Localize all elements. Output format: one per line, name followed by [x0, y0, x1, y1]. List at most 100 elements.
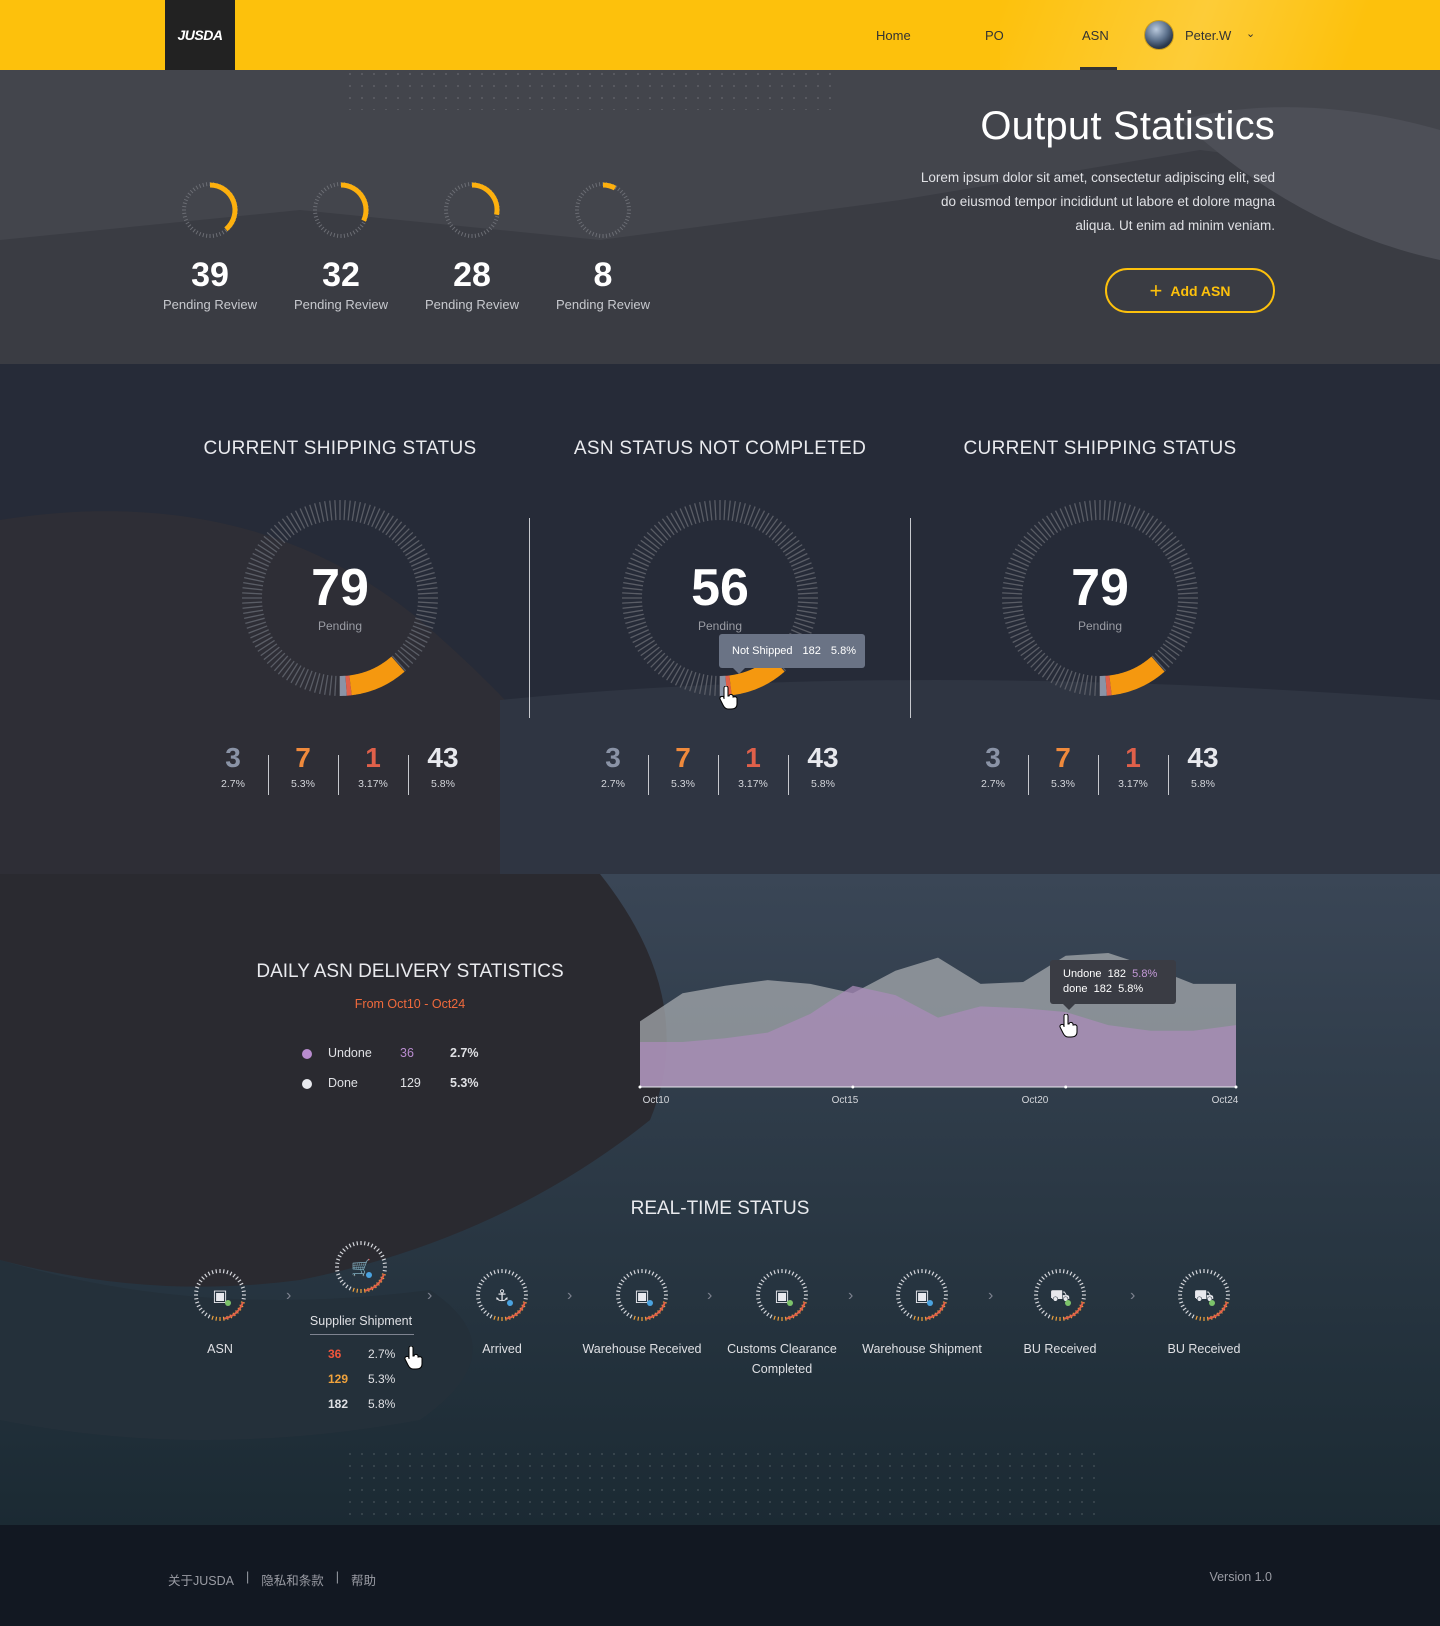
- tooltip-value: 182: [1107, 968, 1127, 980]
- panel-title-3: CURRENT SHIPPING STATUS: [963, 438, 1237, 459]
- user-name[interactable]: Peter.W: [1185, 28, 1231, 43]
- footer-link-privacy[interactable]: 隐私和条款: [261, 1570, 324, 1589]
- background-landscape: [0, 70, 1440, 1525]
- detail-value: 36: [328, 1347, 342, 1361]
- chevron-right-icon: ›: [988, 1287, 994, 1304]
- ring-ticks: [182, 182, 238, 238]
- legend-count: 129: [400, 1076, 421, 1090]
- status-dot: [366, 1272, 372, 1278]
- breakdown-item: 43 5.8%: [1168, 742, 1238, 790]
- breakdown-pct: 5.8%: [1191, 778, 1215, 790]
- step-bu-received[interactable]: ⛟ BU Received: [990, 1267, 1130, 1359]
- detail-row: 182 5.8%: [328, 1397, 395, 1411]
- tooltip-value: 182: [802, 645, 821, 657]
- step-label: BU Received: [1023, 1342, 1097, 1356]
- footer-link-about[interactable]: 关于JUSDA: [168, 1570, 234, 1589]
- add-asn-button[interactable]: + Add ASN: [1105, 268, 1275, 313]
- breakdown-value: 1: [365, 742, 381, 773]
- user-avatar[interactable]: [1144, 20, 1174, 50]
- ring-progress-arc: [209, 182, 238, 232]
- step-asn[interactable]: ▣ ASN: [150, 1267, 290, 1359]
- nav-home[interactable]: Home: [876, 0, 911, 70]
- step-label: Warehouse Shipment: [862, 1342, 982, 1356]
- breakdown-pct: 5.3%: [291, 778, 315, 790]
- legend-dot: [302, 1049, 312, 1059]
- breakdown-item: 1 3.17%: [338, 742, 408, 790]
- footer-separator: |: [335, 1570, 339, 1584]
- footer-link-help[interactable]: 帮助: [351, 1570, 376, 1589]
- status-dot: [225, 1300, 231, 1306]
- status-dot: [1209, 1300, 1215, 1306]
- breakdown-item: 7 5.3%: [1028, 742, 1098, 790]
- step-warehouse-received[interactable]: ▣ Warehouse Received: [572, 1267, 712, 1359]
- breakdown-pct: 3.17%: [738, 778, 768, 790]
- progress-ring-3: [444, 182, 500, 238]
- breakdown-pct: 5.8%: [431, 778, 455, 790]
- x-tick-label: Oct10: [642, 1095, 670, 1106]
- step-label: Warehouse Received: [582, 1342, 702, 1356]
- step-bu-received-2[interactable]: ⛟ BU Received: [1134, 1267, 1274, 1359]
- breakdown-value: 3: [985, 742, 1001, 773]
- hand-cursor-icon: [1059, 1014, 1078, 1038]
- daily-title: DAILY ASN DELIVERY STATISTICS: [256, 961, 564, 982]
- legend-dot: [302, 1079, 312, 1089]
- tooltip-pct: 5.8%: [830, 645, 856, 657]
- ring-ticks: [444, 182, 500, 238]
- stat-label-1: Pending Review: [163, 297, 257, 312]
- step-customs-clearance[interactable]: ▣ Customs Clearance Completed: [712, 1267, 852, 1379]
- legend-pct: 5.3%: [450, 1076, 479, 1090]
- x-tick-label: Oct15: [831, 1095, 859, 1106]
- breakdown-item: 3 2.7%: [198, 742, 268, 790]
- stat-label-3: Pending Review: [425, 297, 519, 312]
- legend-undone[interactable]: Undone 36 2.7%: [302, 1046, 502, 1062]
- detail-value: 182: [328, 1397, 349, 1411]
- ring-ticks: [575, 182, 631, 238]
- breakdown-value: 7: [675, 742, 691, 773]
- ring-progress-arc: [340, 182, 369, 222]
- warehouse-icon: ▣: [616, 1269, 668, 1321]
- customs-icon: ▣: [756, 1269, 808, 1321]
- chevron-down-icon[interactable]: ⌄: [1246, 27, 1255, 40]
- status-dot: [507, 1300, 513, 1306]
- breakdown-pct: 2.7%: [981, 778, 1005, 790]
- plus-icon: +: [1149, 277, 1163, 303]
- chart-tooltip: Undone 182 5.8% done 182 5.8%: [1050, 960, 1176, 1010]
- chevron-right-icon: ›: [286, 1287, 292, 1304]
- daily-date-range[interactable]: From Oct10 - Oct24: [245, 997, 575, 1011]
- truck-icon: ⛟: [1034, 1269, 1086, 1321]
- tooltip-label: Undone: [1063, 968, 1102, 980]
- anchor-icon: ⚓: [476, 1269, 528, 1321]
- breakdown-pct: 3.17%: [1118, 778, 1148, 790]
- tooltip-done-row: done 182 5.8%: [1063, 982, 1176, 997]
- not-shipped-tooltip: Not Shipped 182 5.8%: [719, 634, 865, 674]
- breakdown-value: 3: [605, 742, 621, 773]
- realtime-title: REAL-TIME STATUS: [630, 1198, 810, 1219]
- detail-pct: 5.8%: [368, 1397, 396, 1411]
- step-warehouse-shipment[interactable]: ▣ Warehouse Shipment: [852, 1267, 992, 1359]
- breakdown-value: 1: [745, 742, 761, 773]
- x-tick-label: Oct20: [1021, 1095, 1049, 1106]
- breakdown-value: 3: [225, 742, 241, 773]
- detail-row: 36 2.7%: [328, 1347, 395, 1361]
- step-supplier-shipment[interactable]: 🛒 Supplier Shipment: [291, 1239, 431, 1331]
- breakdown-item: 3 2.7%: [958, 742, 1028, 790]
- breakdown-item: 3 2.7%: [578, 742, 648, 790]
- step-arrived[interactable]: ⚓ Arrived: [432, 1267, 572, 1359]
- chevron-right-icon: ›: [1130, 1287, 1136, 1304]
- jusda-logo[interactable]: JUSDA: [165, 0, 235, 70]
- truck-icon: ⛟: [1178, 1269, 1230, 1321]
- x-tick-mark: [1064, 1085, 1068, 1089]
- nav-asn[interactable]: ASN: [1080, 0, 1117, 70]
- breakdown-pct: 5.3%: [1051, 778, 1075, 790]
- step-label: BU Received: [1167, 1342, 1241, 1356]
- step-label: Supplier Shipment: [309, 1314, 413, 1328]
- legend-done[interactable]: Done 129 5.3%: [302, 1076, 502, 1092]
- segment-orange[interactable]: [1108, 656, 1165, 696]
- segment-orange[interactable]: [348, 656, 405, 696]
- breakdown-item: 7 5.3%: [648, 742, 718, 790]
- page-description: Lorem ipsum dolor sit amet, consectetur …: [920, 170, 1275, 233]
- progress-ring-4: [575, 182, 631, 238]
- tooltip-pct: 5.8%: [1118, 983, 1144, 995]
- detail-value: 129: [328, 1372, 349, 1386]
- nav-po[interactable]: PO: [985, 0, 1004, 70]
